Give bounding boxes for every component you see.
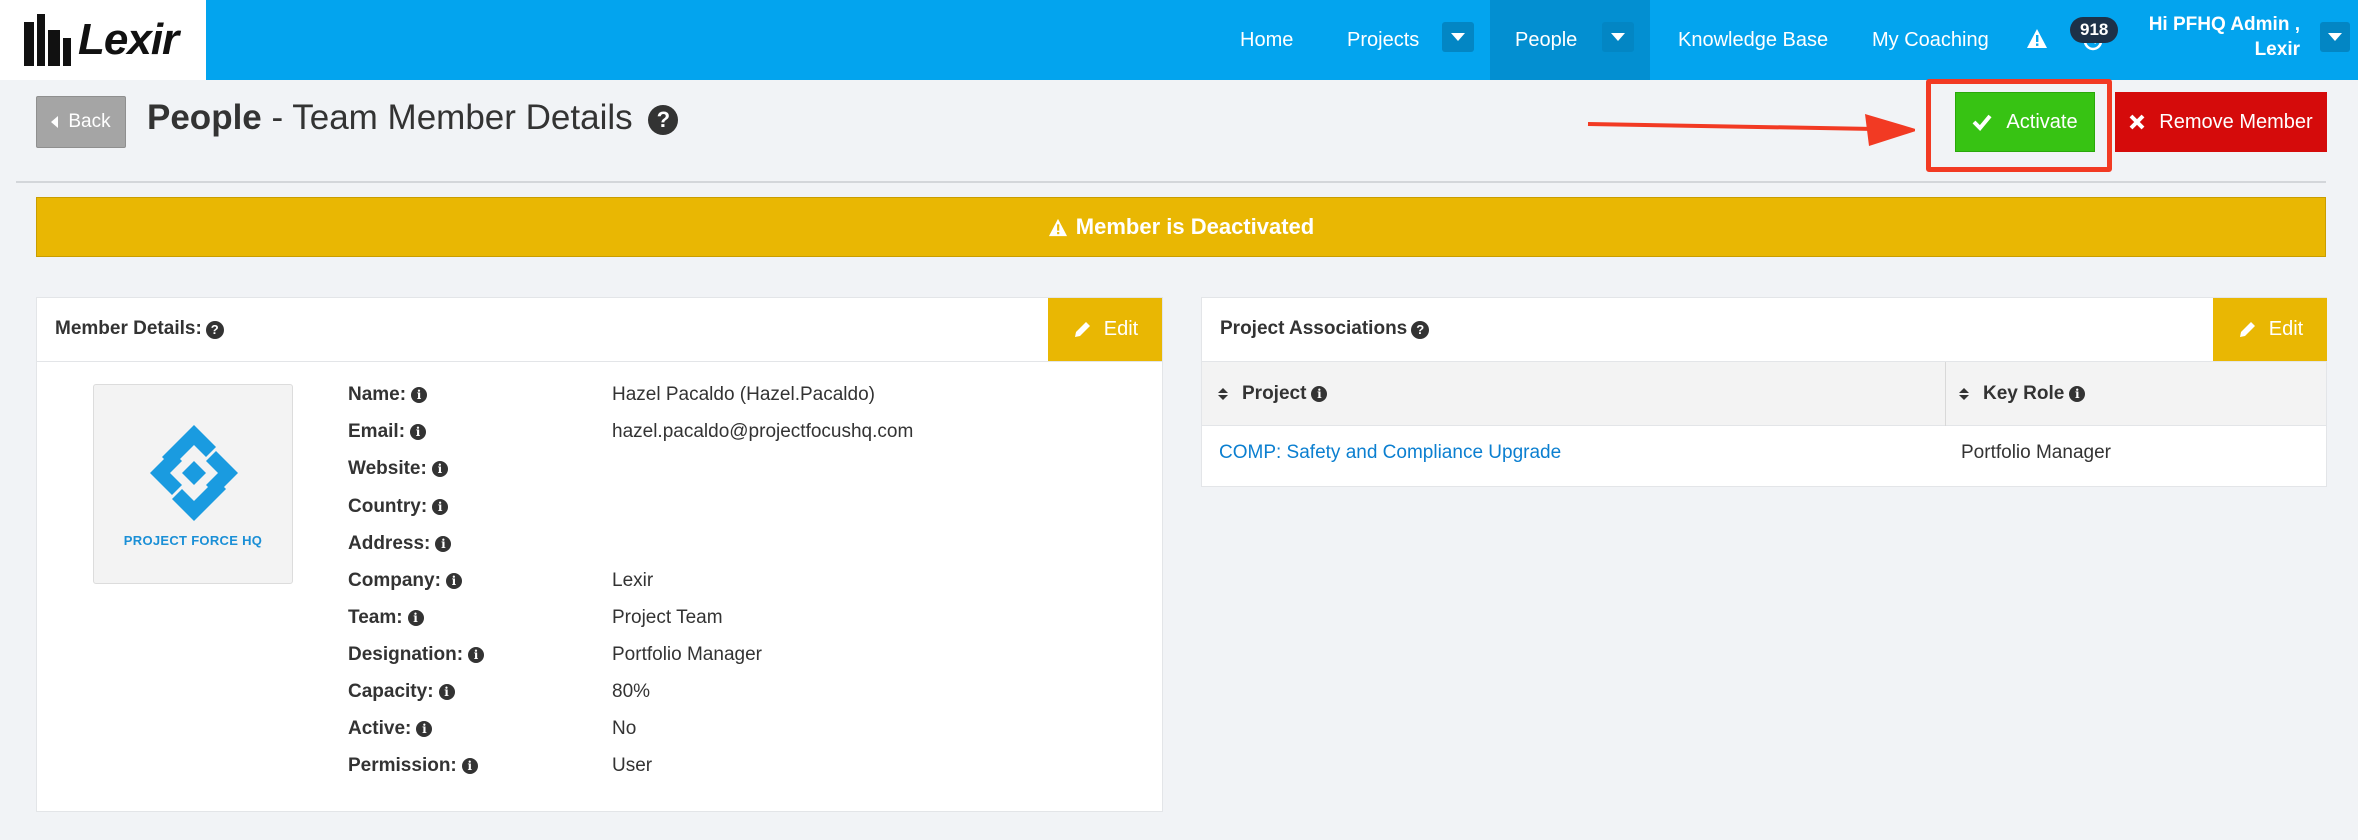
user-greeting[interactable]: Hi PFHQ Admin , Lexir <box>2149 12 2300 62</box>
header-divider <box>16 181 2326 183</box>
active-info-icon[interactable]: i <box>416 721 433 737</box>
page-title-bold: People <box>147 98 262 137</box>
nav-projects[interactable]: Projects <box>1347 0 1419 80</box>
x-icon <box>2129 114 2145 130</box>
field-label-email: Email: i <box>348 421 427 443</box>
column-header-project[interactable]: Project i <box>1218 362 1328 426</box>
building-logo-icon <box>24 14 74 66</box>
website-info-icon[interactable]: i <box>431 461 448 477</box>
remove-member-button-label: Remove Member <box>2159 110 2313 133</box>
address-info-icon[interactable]: i <box>435 536 452 552</box>
field-value-email: hazel.pacaldo@projectfocushq.com <box>612 421 914 442</box>
member-details-panel: Member Details:? Edit PROJECT FORCE HQ N… <box>36 297 1163 812</box>
alert-icon[interactable] <box>2026 28 2048 50</box>
warning-icon <box>1048 218 1067 236</box>
top-navbar: Lexir Home Projects People Knowledge Bas… <box>0 0 2358 80</box>
country-info-icon[interactable]: i <box>432 499 449 515</box>
team-info-icon[interactable]: i <box>407 610 424 626</box>
deactivated-banner: Member is Deactivated <box>36 197 2326 257</box>
column-separator <box>1945 362 1946 426</box>
field-label-permission: Permission: i <box>348 755 478 777</box>
notification-count-badge[interactable]: 918 <box>2070 17 2119 43</box>
field-label-team: Team: i <box>348 607 424 629</box>
remove-member-button[interactable]: Remove Member <box>2115 92 2327 152</box>
nav-home[interactable]: Home <box>1240 0 1293 80</box>
pencil-icon <box>2239 321 2255 337</box>
help-icon[interactable]: ? <box>648 105 679 135</box>
field-label-active: Active: i <box>348 718 433 740</box>
member-details-title-text: Member Details: <box>55 318 202 339</box>
company-info-icon[interactable]: i <box>445 573 462 589</box>
name-info-icon[interactable]: i <box>411 387 428 403</box>
user-menu-caret-icon[interactable] <box>2320 22 2350 52</box>
field-value-name: Hazel Pacaldo (Hazel.Pacaldo) <box>612 384 875 405</box>
projects-edit-label: Edit <box>2268 318 2304 340</box>
project-force-logo-icon <box>150 425 238 521</box>
field-label-country: Country: i <box>348 496 449 518</box>
field-value-team: Project Team <box>612 607 723 628</box>
project-key-role: Portfolio Manager <box>1961 442 2111 463</box>
project-associations-header: Project Associations? Edit <box>1202 298 2327 362</box>
member-edit-button[interactable]: Edit <box>1048 298 1162 361</box>
people-dropdown-caret-icon[interactable] <box>1602 22 1634 52</box>
user-greeting-company: Lexir <box>2254 39 2300 60</box>
page-title-rest: - Team Member Details <box>261 98 633 137</box>
project-associations-title: Project Associations? <box>1220 318 1430 340</box>
nav-people[interactable]: People <box>1515 0 1577 80</box>
member-details-title: Member Details:? <box>55 318 224 340</box>
column-header-key-role[interactable]: Key Role i <box>1959 362 2086 426</box>
project-associations-title-text: Project Associations <box>1220 318 1408 339</box>
projects-dropdown-caret-icon[interactable] <box>1442 22 1474 52</box>
user-greeting-name: Hi PFHQ Admin , <box>2148 14 2300 35</box>
member-edit-label: Edit <box>1103 318 1139 340</box>
field-value-permission: User <box>612 755 653 776</box>
check-icon <box>1973 114 1992 131</box>
field-value-active: No <box>612 718 637 739</box>
permission-info-icon[interactable]: i <box>461 758 478 774</box>
project-table-header <box>1202 362 2326 426</box>
member-details-help-icon[interactable]: ? <box>205 320 224 339</box>
member-avatar: PROJECT FORCE HQ <box>93 384 293 584</box>
sort-key-role-icon <box>1959 388 1969 400</box>
field-label-company: Company: i <box>348 570 462 592</box>
back-button[interactable]: Back <box>36 96 126 148</box>
pencil-icon <box>1074 321 1090 337</box>
capacity-info-icon[interactable]: i <box>438 684 455 700</box>
field-label-name: Name: i <box>348 384 428 406</box>
member-details-header: Member Details:? Edit <box>37 298 1162 362</box>
designation-info-icon[interactable]: i <box>468 647 485 663</box>
activate-button[interactable]: Activate <box>1955 92 2095 152</box>
back-button-label: Back <box>68 111 111 132</box>
field-label-designation: Designation: i <box>348 644 485 666</box>
sort-project-icon <box>1218 388 1228 400</box>
projects-edit-button[interactable]: Edit <box>2213 298 2327 361</box>
field-value-designation: Portfolio Manager <box>612 644 762 665</box>
project-associations-panel: Project Associations? Edit Project i Key … <box>1201 297 2327 487</box>
nav-knowledge-base[interactable]: Knowledge Base <box>1678 0 1828 80</box>
project-column-info-icon[interactable]: i <box>1311 386 1328 402</box>
column-header-key-role-label: Key Role <box>1983 383 2065 404</box>
field-label-website: Website: i <box>348 458 448 480</box>
column-header-project-label: Project <box>1242 383 1307 404</box>
nav-my-coaching[interactable]: My Coaching <box>1872 0 1989 80</box>
project-link[interactable]: COMP: Safety and Compliance Upgrade <box>1219 442 1561 464</box>
field-value-capacity: 80% <box>612 681 651 702</box>
email-info-icon[interactable]: i <box>410 424 427 440</box>
back-arrow-icon <box>51 116 59 128</box>
logo-text: Lexir <box>78 15 179 64</box>
field-label-address: Address: i <box>348 533 452 555</box>
field-value-company: Lexir <box>612 570 654 591</box>
activate-button-label: Activate <box>2006 110 2078 133</box>
banner-text: Member is Deactivated <box>1075 214 1315 239</box>
key-role-column-info-icon[interactable]: i <box>2069 386 2086 402</box>
lexir-logo[interactable]: Lexir <box>0 0 206 80</box>
project-associations-help-icon[interactable]: ? <box>1411 320 1430 339</box>
avatar-caption: PROJECT FORCE HQ <box>123 533 263 548</box>
page-title: People - Team Member Details ? <box>147 98 679 138</box>
annotation-arrow <box>1587 114 1915 146</box>
field-label-capacity: Capacity: i <box>348 681 455 703</box>
